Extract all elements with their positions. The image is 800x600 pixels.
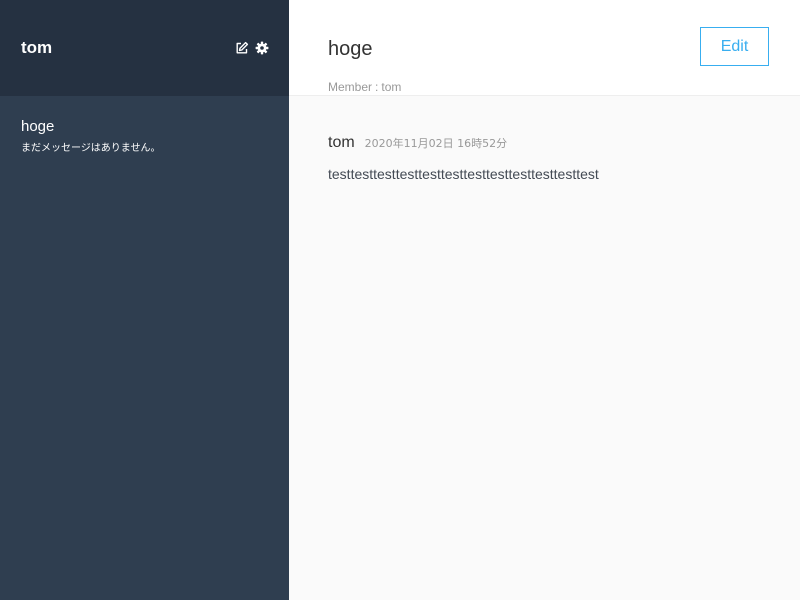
- chat-main: hoge Member: tom Edit tom 2020年11月02日 16時…: [289, 0, 800, 600]
- message-user: tom: [328, 134, 355, 151]
- group-last-message: まだメッセージはありません。: [21, 143, 161, 154]
- group-list-item[interactable]: hoge まだメッセージはありません。: [0, 96, 289, 164]
- message-text: testtesttesttesttesttesttesttesttesttest…: [328, 166, 599, 182]
- sidebar: tom hoge まだメッセージはありません。: [0, 0, 289, 600]
- header-icons: [235, 41, 269, 55]
- current-user-name: tom: [21, 38, 53, 57]
- group-list: hoge まだメッセージはありません。: [0, 96, 289, 164]
- sidebar-header: tom: [0, 0, 289, 96]
- group-name: hoge: [21, 118, 55, 135]
- gear-icon[interactable]: [255, 41, 269, 55]
- message-date: 2020年11月02日 16時52分: [364, 137, 508, 150]
- member-separator: :: [375, 80, 379, 94]
- message-list: tom 2020年11月02日 16時52分 testtesttesttestt…: [289, 96, 800, 182]
- message-meta: tom 2020年11月02日 16時52分: [328, 134, 800, 152]
- chat-header: hoge Member: tom Edit: [289, 0, 800, 96]
- edit-icon[interactable]: [235, 41, 249, 55]
- message-item: tom 2020年11月02日 16時52分 testtesttesttestt…: [328, 134, 800, 182]
- chat-group-title: hoge: [328, 38, 373, 60]
- member-label: Member: [328, 80, 373, 94]
- member-list: Member: tom: [328, 80, 401, 94]
- member-names: tom: [381, 80, 402, 94]
- edit-group-button[interactable]: Edit: [700, 27, 769, 66]
